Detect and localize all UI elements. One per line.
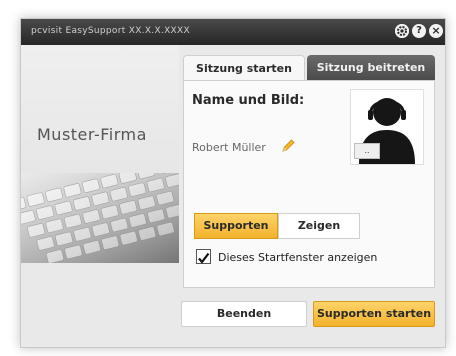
mode-show-button[interactable]: Zeigen xyxy=(278,213,360,239)
easysupport-window: pcvisit EasySupport XX.X.X.XXXX ? × Must… xyxy=(20,18,446,348)
start-support-button[interactable]: Supporten starten xyxy=(313,301,435,327)
help-icon[interactable]: ? xyxy=(412,24,426,38)
show-start-window-checkbox[interactable] xyxy=(196,249,211,264)
tab-session-start[interactable]: Sitzung starten xyxy=(183,55,305,81)
tab-session-join[interactable]: Sitzung beitreten xyxy=(307,55,435,81)
window-title: pcvisit EasySupport XX.X.X.XXXX xyxy=(31,26,190,36)
show-start-window-label: Dieses Startfenster anzeigen xyxy=(218,251,378,264)
company-name: Muster-Firma xyxy=(37,125,147,144)
session-start-panel: Name und Bild: Robert Müller .. Supporte… xyxy=(183,80,435,288)
keyboard-image xyxy=(21,173,179,263)
mode-support-button[interactable]: Supporten xyxy=(194,213,278,239)
session-tabs: Sitzung starten Sitzung beitreten xyxy=(183,55,439,81)
close-icon[interactable]: × xyxy=(429,24,443,38)
name-and-picture-heading: Name und Bild: xyxy=(192,93,305,108)
user-name: Robert Müller xyxy=(192,141,266,154)
title-bar: pcvisit EasySupport XX.X.X.XXXX ? × xyxy=(21,19,445,45)
avatar-browse-button[interactable]: .. xyxy=(354,143,380,159)
quit-button[interactable]: Beenden xyxy=(181,301,307,327)
settings-icon[interactable] xyxy=(395,24,409,38)
pencil-icon[interactable] xyxy=(280,138,296,154)
